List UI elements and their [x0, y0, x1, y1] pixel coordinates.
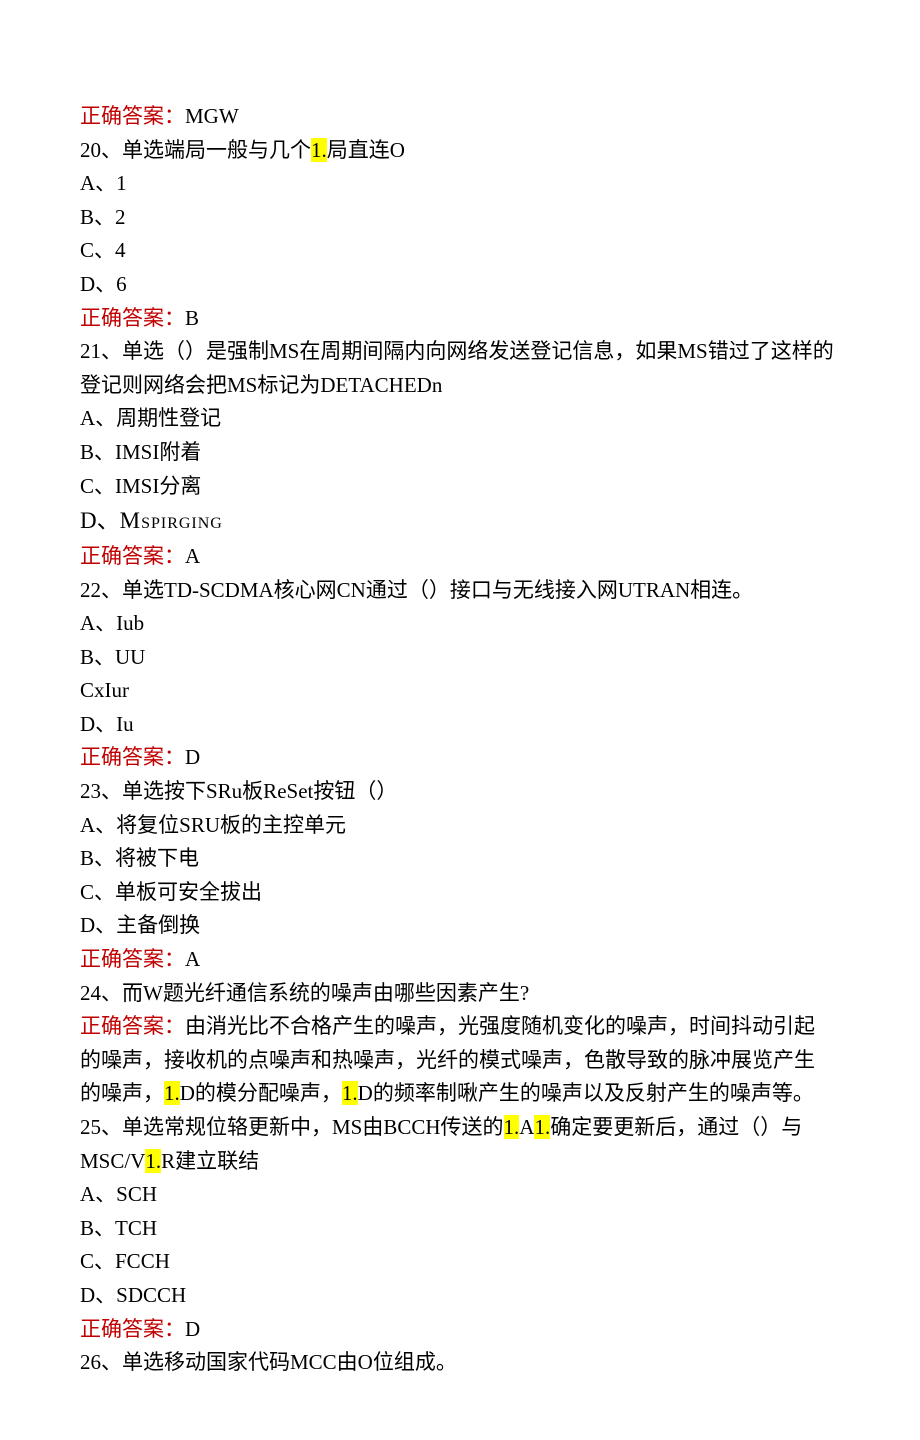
- q24-answer-l1: 正确答案：由消光比不合格产生的噪声，光强度随机变化的噪声，时间抖动引起: [80, 1010, 840, 1044]
- q21-opt-c: C、IMSI分离: [80, 470, 840, 504]
- q22-opt-c: CxIur: [80, 674, 840, 708]
- q22-opt-a: A、Iub: [80, 607, 840, 641]
- q21-stem-l1: 21、单选（）是强制MS在周期间隔内向网络发送登记信息，如果MS错过了这样的: [80, 335, 840, 369]
- q23-opt-b: B、将被下电: [80, 842, 840, 876]
- answer-label: 正确答案：: [80, 745, 185, 769]
- q20-opt-b: B、2: [80, 201, 840, 235]
- answer-value: MGW: [185, 104, 239, 128]
- q22-opt-d: D、Iu: [80, 708, 840, 742]
- q23-stem: 23、单选按下SRu板ReSet按钮（）: [80, 775, 840, 809]
- q20-stem: 20、单选端局一般与几个1.局直连O: [80, 134, 840, 168]
- answer-label: 正确答案：: [80, 1014, 185, 1038]
- q26-stem: 26、单选移动国家代码MCC由O位组成。: [80, 1346, 840, 1380]
- q21-opt-d: D、Mspirging: [80, 503, 840, 540]
- answer-label: 正确答案：: [80, 1317, 185, 1341]
- answer-value: A: [185, 947, 200, 971]
- q25-answer: 正确答案：D: [80, 1313, 840, 1347]
- highlight: 1.: [164, 1081, 180, 1105]
- answer-label: 正确答案：: [80, 104, 185, 128]
- answer-value: B: [185, 306, 199, 330]
- q23-opt-a: A、将复位SRU板的主控单元: [80, 809, 840, 843]
- q23-opt-c: C、单板可安全拔出: [80, 876, 840, 910]
- q22-opt-b: B、UU: [80, 641, 840, 675]
- answer-label: 正确答案：: [80, 306, 185, 330]
- q25-opt-b: B、TCH: [80, 1212, 840, 1246]
- q25-opt-d: D、SDCCH: [80, 1279, 840, 1313]
- q21-answer: 正确答案：A: [80, 540, 840, 574]
- q24-stem: 24、而W题光纤通信系统的噪声由哪些因素产生?: [80, 977, 840, 1011]
- highlight: 1.: [534, 1115, 550, 1139]
- q21-stem-l2: 登记则网络会把MS标记为DETACHEDn: [80, 369, 840, 403]
- q22-answer: 正确答案：D: [80, 741, 840, 775]
- answer-label: 正确答案：: [80, 947, 185, 971]
- answer-value: D: [185, 1317, 200, 1341]
- q19-answer: 正确答案：MGW: [80, 100, 840, 134]
- option-text: Mspirging: [120, 508, 223, 533]
- q23-opt-d: D、主备倒换: [80, 909, 840, 943]
- q25-opt-c: C、FCCH: [80, 1245, 840, 1279]
- answer-value: A: [185, 544, 200, 568]
- highlight: 1.: [504, 1115, 520, 1139]
- q24-answer-l2: 的噪声，接收机的点噪声和热噪声，光纤的模式噪声，色散导致的脉冲展览产生: [80, 1044, 840, 1078]
- q25-opt-a: A、SCH: [80, 1178, 840, 1212]
- q24-answer-l3: 的噪声，1.D的模分配噪声，1.D的频率制啾产生的噪声以及反射产生的噪声等。: [80, 1077, 840, 1111]
- answer-label: 正确答案：: [80, 544, 185, 568]
- q23-answer: 正确答案：A: [80, 943, 840, 977]
- q20-opt-a: A、1: [80, 167, 840, 201]
- q21-opt-b: B、IMSI附着: [80, 436, 840, 470]
- q22-stem: 22、单选TD-SCDMA核心网CN通过（）接口与无线接入网UTRAN相连。: [80, 574, 840, 608]
- q20-answer: 正确答案：B: [80, 302, 840, 336]
- q20-opt-c: C、4: [80, 234, 840, 268]
- highlight: 1.: [342, 1081, 358, 1105]
- q25-stem-l1: 25、单选常规位辂更新中，MS由BCCH传送的1.A1.确定要更新后，通过（）与: [80, 1111, 840, 1145]
- q21-opt-a: A、周期性登记: [80, 402, 840, 436]
- q20-opt-d: D、6: [80, 268, 840, 302]
- q25-stem-l2: MSC/V1.R建立联结: [80, 1145, 840, 1179]
- highlight: 1.: [311, 138, 327, 162]
- highlight: 1.: [145, 1149, 161, 1173]
- answer-value: D: [185, 745, 200, 769]
